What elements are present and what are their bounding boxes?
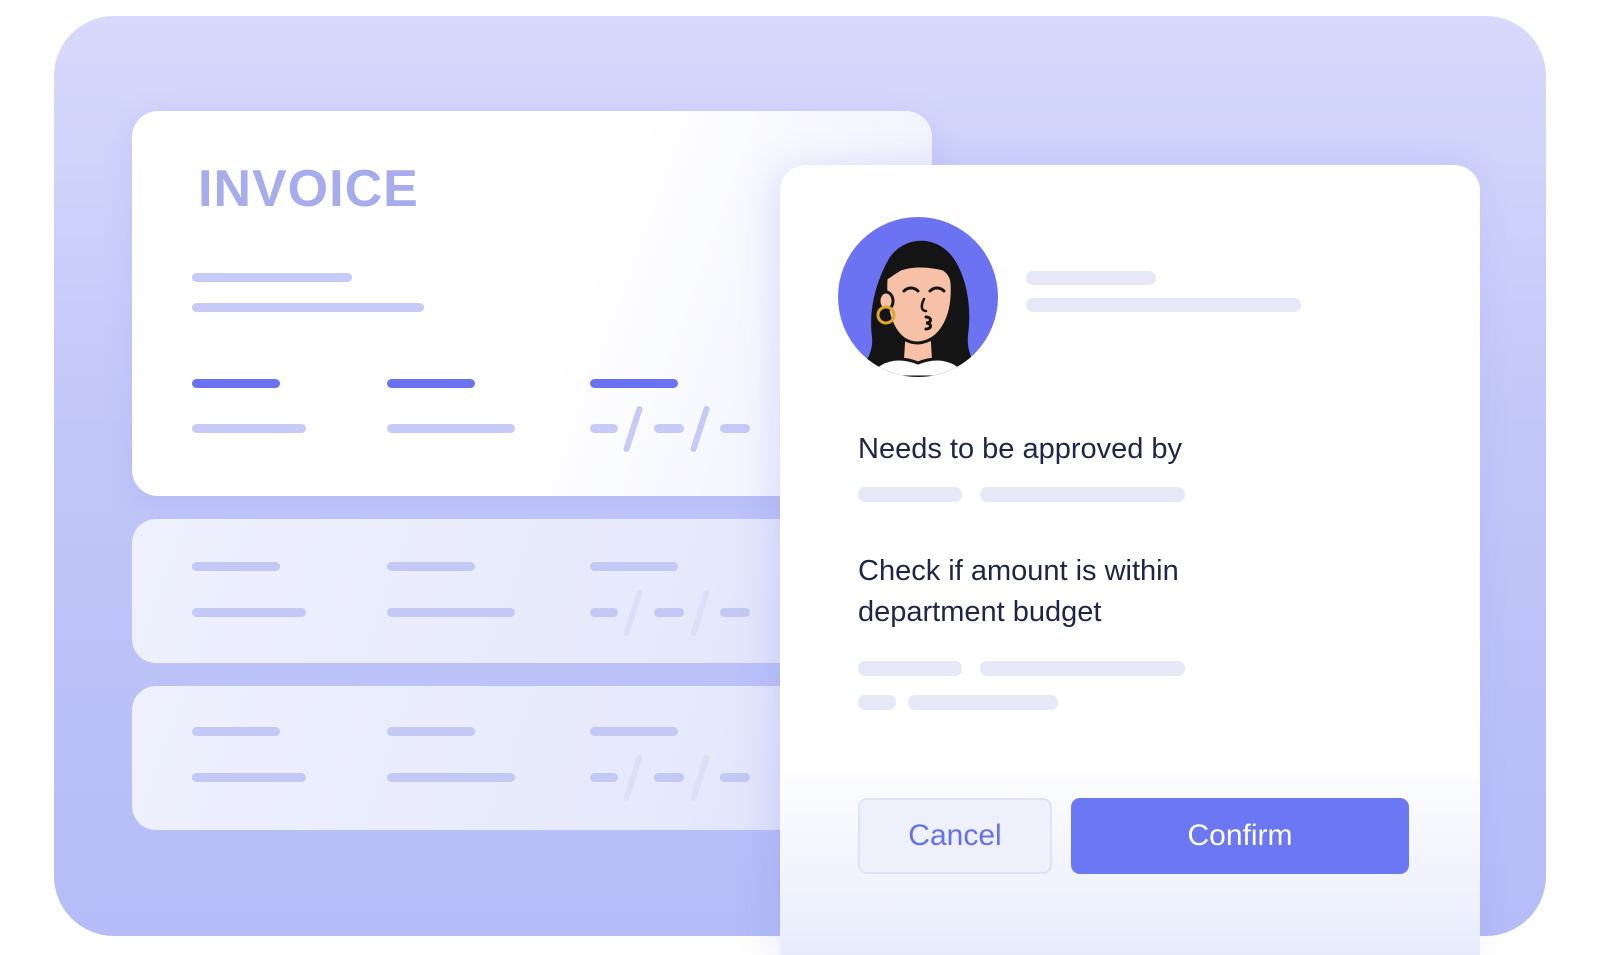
placeholder-line [387, 424, 515, 433]
date-placeholder-segment [720, 773, 750, 782]
date-placeholder-segment [720, 424, 750, 433]
date-separator-slash [622, 754, 644, 802]
date-separator-slash [689, 754, 711, 802]
budget-value-placeholder [908, 695, 1058, 710]
date-separator-slash [689, 589, 711, 637]
confirm-button[interactable]: Confirm [1071, 798, 1409, 874]
placeholder-line [192, 727, 280, 736]
placeholder-line [192, 562, 280, 571]
date-placeholder-segment [654, 424, 684, 433]
budget-value-placeholder [858, 695, 896, 710]
placeholder-line [192, 424, 306, 433]
invoice-title: INVOICE [198, 160, 419, 218]
placeholder-line [192, 773, 306, 782]
date-placeholder-segment [590, 608, 618, 617]
date-placeholder-segment [654, 608, 684, 617]
budget-check-label: Check if amount is within department bud… [858, 551, 1179, 633]
column-header-bar [192, 379, 280, 388]
placeholder-line [192, 608, 306, 617]
date-placeholder-segment [590, 773, 618, 782]
date-separator-slash [622, 405, 644, 453]
approval-panel: Needs to be approved by Check if amount … [780, 165, 1480, 955]
date-placeholder-segment [590, 424, 618, 433]
date-separator-slash [689, 405, 711, 453]
placeholder-line [387, 727, 475, 736]
placeholder-line [387, 562, 475, 571]
approver-value-placeholder [858, 487, 962, 502]
budget-value-placeholder [980, 661, 1185, 676]
approver-value-placeholder [980, 487, 1185, 502]
approver-role-placeholder [1026, 298, 1301, 312]
date-separator-slash [622, 589, 644, 637]
budget-check-label-line-2: department budget [858, 596, 1102, 628]
placeholder-line [590, 562, 678, 571]
budget-value-placeholder [858, 661, 962, 676]
date-placeholder-segment [720, 608, 750, 617]
placeholder-line [192, 303, 424, 312]
date-placeholder-segment [654, 773, 684, 782]
budget-check-label-line-1: Check if amount is within [858, 555, 1179, 587]
approver-label: Needs to be approved by [858, 433, 1183, 465]
placeholder-line [590, 727, 678, 736]
placeholder-line [192, 273, 352, 282]
column-header-bar [590, 379, 678, 388]
placeholder-line [387, 608, 515, 617]
placeholder-line [387, 773, 515, 782]
avatar-illustration [838, 217, 998, 377]
approver-name-placeholder [1026, 271, 1156, 285]
cancel-button[interactable]: Cancel [858, 798, 1052, 874]
column-header-bar [387, 379, 475, 388]
